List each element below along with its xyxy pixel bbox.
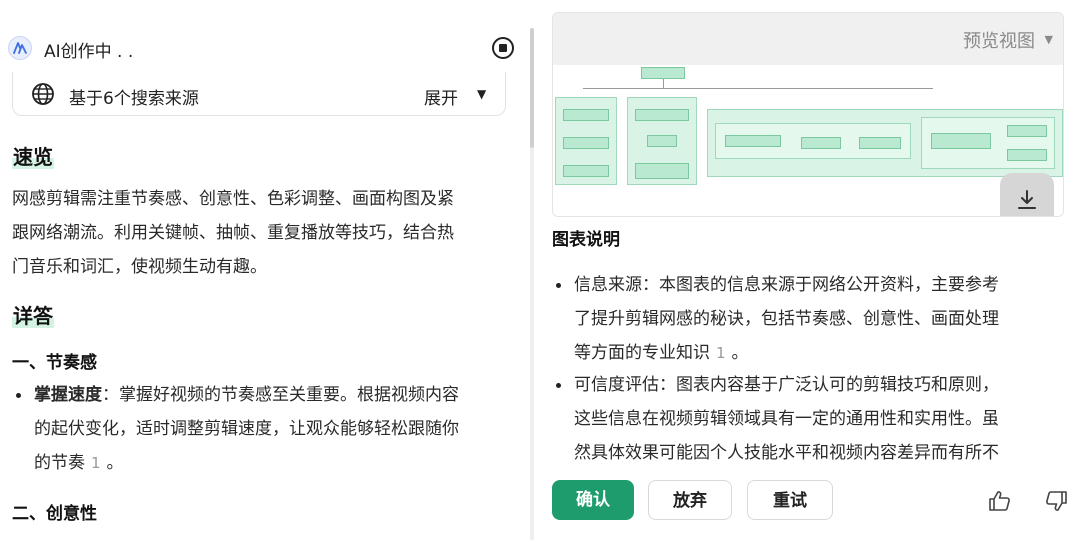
overview-line: 跟网络潮流。利用关键帧、抽帧、重复播放等技巧，结合热: [12, 223, 454, 243]
bullet-line: 这些信息在视频剪辑领域具有一定的通用性和实用性。虽: [574, 409, 999, 429]
chevron-down-icon[interactable]: ▼: [477, 87, 486, 101]
preview-view-dropdown[interactable]: 预览视图: [963, 27, 1035, 53]
retry-button[interactable]: 重试: [747, 480, 833, 520]
diagram-node: [641, 67, 685, 79]
diagram-node: [725, 135, 781, 147]
overview-heading: 速览: [12, 141, 54, 170]
diagram-node: [635, 163, 689, 179]
bullet-line: 然具体效果可能因个人技能水平和视频内容差异而有所不: [574, 443, 999, 463]
diagram-node: [563, 109, 609, 121]
section-title: 一、节奏感: [12, 353, 97, 373]
thumbs-down-icon[interactable]: [1044, 490, 1068, 512]
diagram-node: [635, 109, 689, 121]
ai-logo-icon: [8, 36, 32, 60]
diagram-node: [563, 165, 609, 177]
action-bar: 确认 放弃 重试: [540, 478, 1080, 524]
diagram-node: [563, 137, 609, 149]
overview-heading-text: 速览: [12, 145, 54, 169]
bullet-line: 的起伏变化，适时调整剪辑速度，让观众能够轻松跟随你: [34, 419, 459, 439]
citation-marker[interactable]: 1: [85, 454, 107, 472]
globe-icon: [32, 83, 54, 105]
search-sources-bar[interactable]: 基于6个搜索来源 展开 ▼: [12, 72, 506, 116]
diagram-node: [859, 137, 901, 149]
section-title: 二、创意性: [12, 504, 97, 524]
answer-header: AI创作中 . .: [8, 32, 518, 64]
flowchart-thumbnail[interactable]: [553, 65, 1063, 216]
details-heading: 详答: [12, 300, 54, 329]
bullet-dot: [556, 383, 561, 388]
diagram-connector: [583, 88, 933, 89]
bullet-line: 的节奏: [34, 453, 85, 473]
bullet-dot: [16, 393, 21, 398]
thumbs-up-icon[interactable]: [988, 490, 1012, 512]
diagram-node: [1007, 149, 1047, 161]
overview-line: 门音乐和词汇，使视频生动有趣。: [12, 257, 267, 277]
diagram-node: [1007, 125, 1047, 137]
bullet-line: 可信度评估：图表内容基于广泛认可的剪辑技巧和原则，: [574, 375, 999, 395]
discard-button[interactable]: 放弃: [648, 480, 732, 520]
stop-icon[interactable]: [492, 37, 514, 59]
diagram-node: [647, 135, 677, 147]
bullet-line: 等方面的专业知识: [574, 343, 710, 363]
bullet-end: 。: [731, 343, 749, 363]
bullet-line: ：掌握好视频的节奏感至关重要。根据视频内容: [102, 385, 459, 405]
bullet-line: 信息来源：本图表的信息来源于网络公开资料，主要参考: [574, 275, 999, 295]
citation-marker[interactable]: 1: [710, 344, 732, 362]
chart-description-title: 图表说明: [552, 230, 620, 250]
expand-button[interactable]: 展开: [424, 84, 458, 109]
bullet-bold-term: 掌握速度: [34, 385, 102, 405]
overview-paragraph: 网感剪辑需注重节奏感、创意性、色彩调整、画面构图及紧 跟网络潮流。利用关键帧、抽…: [12, 182, 508, 284]
bullet-end: 。: [106, 453, 124, 473]
generation-status: AI创作中 . .: [44, 42, 134, 62]
details-heading-text: 详答: [12, 304, 54, 328]
preview-header: 预览视图 ▼: [553, 13, 1063, 65]
diagram-node: [801, 137, 841, 149]
bullet-dot: [556, 283, 561, 288]
chart-panel: 预览视图 ▼ 图表说明 信息来源：本图表的信息来源于网络公开资料，主要参考 了提…: [540, 0, 1080, 540]
bullet-line: 了提升剪辑网感的秘诀，包括节奏感、创意性、画面处理: [574, 309, 999, 329]
download-icon: [1018, 190, 1036, 209]
sources-label: 基于6个搜索来源: [69, 89, 199, 109]
scrollbar-thumb[interactable]: [530, 28, 534, 148]
overview-line: 网感剪辑需注重节奏感、创意性、色彩调整、画面构图及紧: [12, 189, 454, 209]
diagram-node: [931, 133, 991, 149]
preview-card: 预览视图 ▼: [552, 12, 1064, 217]
download-button[interactable]: [1000, 173, 1054, 216]
confirm-button[interactable]: 确认: [552, 480, 634, 520]
chevron-down-icon[interactable]: ▼: [1045, 33, 1053, 46]
answer-panel: AI创作中 . . 基于6个搜索来源 展开 ▼ 速览 网感剪辑需注重节奏感、创意…: [0, 0, 520, 540]
